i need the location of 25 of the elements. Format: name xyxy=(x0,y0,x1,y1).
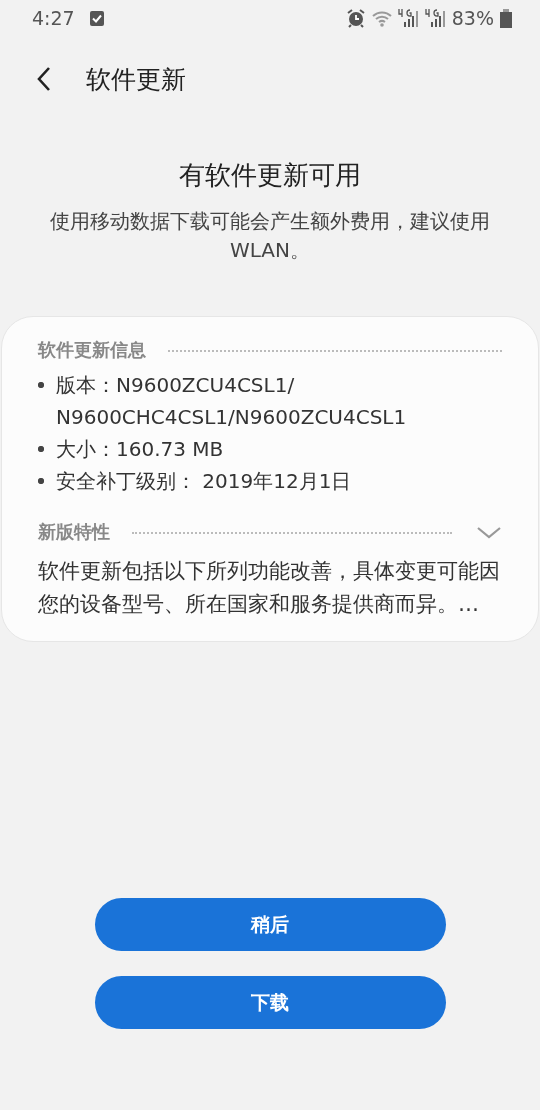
info-item: 大小：160.73 MB xyxy=(56,436,224,463)
info-item: 安全补丁级别： 2019年12月1日 xyxy=(56,468,352,495)
alarm-icon xyxy=(345,8,366,28)
signal-icon xyxy=(397,8,419,28)
bullet-icon xyxy=(38,446,44,452)
bullet-icon xyxy=(38,478,44,484)
data-charge-message: 使用移动数据下载可能会产生额外费用，建议使用 WLAN。 xyxy=(49,208,491,264)
section-title: 新版特性 xyxy=(38,520,110,544)
info-item: 版本：N9600ZCU4CSL1/ N9600CHC4CSL1/N9600ZCU4CSL1 xyxy=(56,372,407,431)
wifi-icon xyxy=(371,9,392,27)
bullet-icon xyxy=(38,382,44,388)
update-heading: 有软件更新可用 xyxy=(179,159,361,192)
action-button[interactable]: 稍后 xyxy=(94,898,446,951)
battery-percentage: 83% xyxy=(451,7,494,29)
action-button[interactable]: 下载 xyxy=(94,976,446,1029)
expand-button[interactable] xyxy=(476,524,502,540)
section-title: 软件更新信息 xyxy=(38,338,146,362)
page-title: 软件更新 xyxy=(86,63,186,96)
back-icon xyxy=(36,66,52,92)
battery-icon xyxy=(500,8,512,28)
chevron-icon xyxy=(476,524,502,540)
checkbox-notification-icon xyxy=(88,9,105,27)
features-description: 软件更新包括以下所列功能改善，具体变更可能因您的设备型号、所在国家和服务提供商而异。… xyxy=(38,558,501,618)
signal-icon xyxy=(424,8,446,28)
status-time: 4:27 xyxy=(32,7,75,29)
